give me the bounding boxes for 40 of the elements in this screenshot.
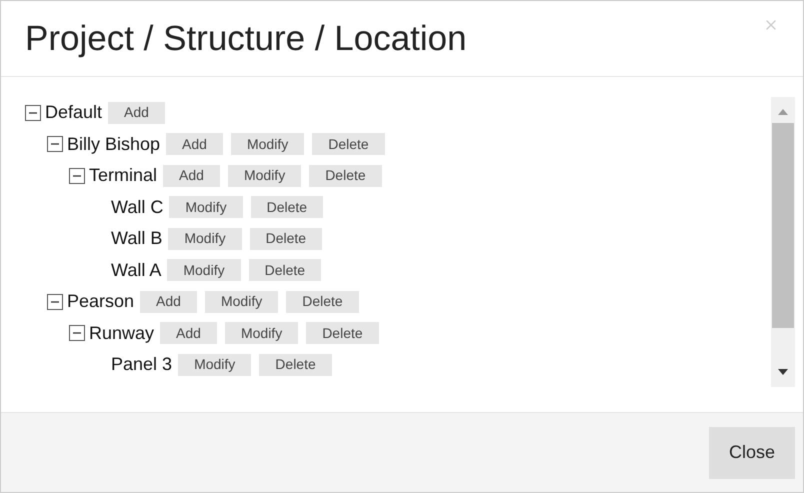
- node-label: Default: [45, 101, 102, 124]
- scrollbar-thumb[interactable]: [772, 123, 794, 328]
- action-button[interactable]: Modify: [230, 133, 304, 156]
- action-button[interactable]: Modify: [204, 290, 278, 313]
- action-button[interactable]: Modify: [167, 259, 241, 282]
- collapse-icon[interactable]: [47, 136, 63, 152]
- action-button[interactable]: Delete: [259, 354, 332, 376]
- action-button[interactable]: Add: [166, 133, 223, 156]
- action-button[interactable]: Modify: [169, 196, 243, 218]
- action-button[interactable]: Modify: [178, 354, 252, 376]
- action-button[interactable]: Delete: [286, 290, 359, 313]
- action-button[interactable]: Add: [140, 290, 197, 313]
- action-button[interactable]: Modify: [224, 322, 298, 344]
- action-button[interactable]: Delete: [250, 228, 322, 250]
- collapse-icon[interactable]: [69, 168, 85, 184]
- node-label: Terminal: [89, 164, 158, 188]
- collapse-icon[interactable]: [47, 294, 63, 310]
- action-button[interactable]: Add: [108, 102, 165, 124]
- node-label: Wall A: [111, 258, 162, 282]
- action-button[interactable]: Delete: [250, 196, 324, 218]
- action-button[interactable]: Delete: [306, 322, 379, 344]
- node-label: Runway: [89, 322, 154, 345]
- node-label: Billy Bishop: [67, 132, 160, 156]
- dialog-title: Project / Structure / Location: [25, 18, 468, 60]
- node-label: Wall C: [111, 196, 164, 219]
- action-button[interactable]: Delete: [309, 164, 382, 187]
- collapse-icon[interactable]: [69, 325, 85, 342]
- collapse-icon[interactable]: [25, 104, 41, 121]
- action-button[interactable]: Delete: [248, 259, 322, 282]
- action-button[interactable]: Add: [163, 164, 220, 187]
- scrollbar[interactable]: [771, 97, 795, 387]
- scroll-down-icon[interactable]: [778, 369, 788, 375]
- node-label: Wall B: [111, 227, 162, 250]
- close-button[interactable]: Close: [708, 426, 795, 478]
- node-label: Pearson: [67, 290, 134, 314]
- action-button[interactable]: Delete: [312, 133, 385, 156]
- action-button[interactable]: Modify: [228, 164, 302, 187]
- action-button[interactable]: Modify: [168, 228, 242, 250]
- node-label: Panel 3: [111, 353, 172, 376]
- action-button[interactable]: Add: [160, 322, 217, 344]
